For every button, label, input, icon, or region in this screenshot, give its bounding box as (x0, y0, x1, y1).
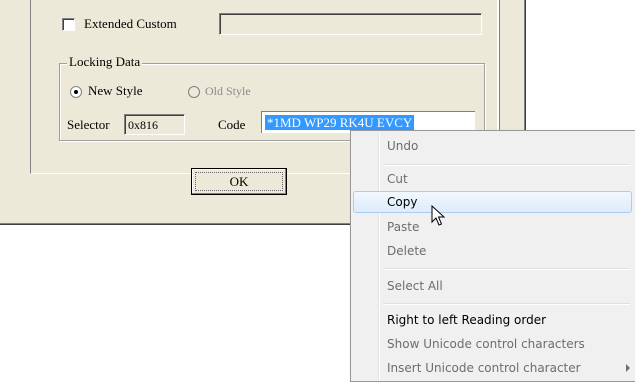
selector-label: Selector (67, 117, 110, 132)
selector-field[interactable]: 0x816 (124, 114, 185, 135)
locking-data-legend: Locking Data (67, 54, 143, 70)
mouse-cursor-icon (431, 205, 445, 226)
menu-item-insert-unicode[interactable]: Insert Unicode control character (353, 357, 632, 379)
old-style-radio[interactable] (188, 86, 200, 98)
code-selected-text: *1MD WP29 RK4U EVCY (265, 115, 415, 130)
menu-separator (383, 268, 630, 270)
menu-item-undo[interactable]: Undo (353, 135, 632, 157)
old-style-label: Old Style (205, 84, 251, 98)
submenu-arrow-icon (626, 364, 630, 372)
extended-custom-label: Extended Custom (84, 16, 177, 31)
menu-separator (383, 164, 630, 166)
menu-item-insert-unicode-label: Insert Unicode control character (387, 361, 581, 375)
context-menu: Undo Cut Copy Paste Delete Select All Ri… (350, 130, 635, 382)
menu-item-copy[interactable]: Copy (353, 191, 632, 213)
menu-separator (383, 303, 630, 305)
menu-item-show-unicode[interactable]: Show Unicode control characters (353, 333, 632, 355)
menu-item-delete[interactable]: Delete (353, 240, 632, 262)
extended-custom-field[interactable] (219, 13, 482, 35)
ok-button[interactable]: OK (191, 168, 287, 195)
code-label: Code (218, 117, 246, 132)
extended-custom-checkbox[interactable] (62, 18, 75, 31)
menu-item-paste[interactable]: Paste (353, 216, 632, 238)
menu-item-rtl-reading-order[interactable]: Right to left Reading order (353, 309, 632, 331)
new-style-radio[interactable] (70, 86, 82, 98)
menu-item-select-all[interactable]: Select All (353, 275, 632, 297)
menu-item-cut[interactable]: Cut (353, 168, 632, 190)
new-style-label: New Style (88, 83, 143, 98)
